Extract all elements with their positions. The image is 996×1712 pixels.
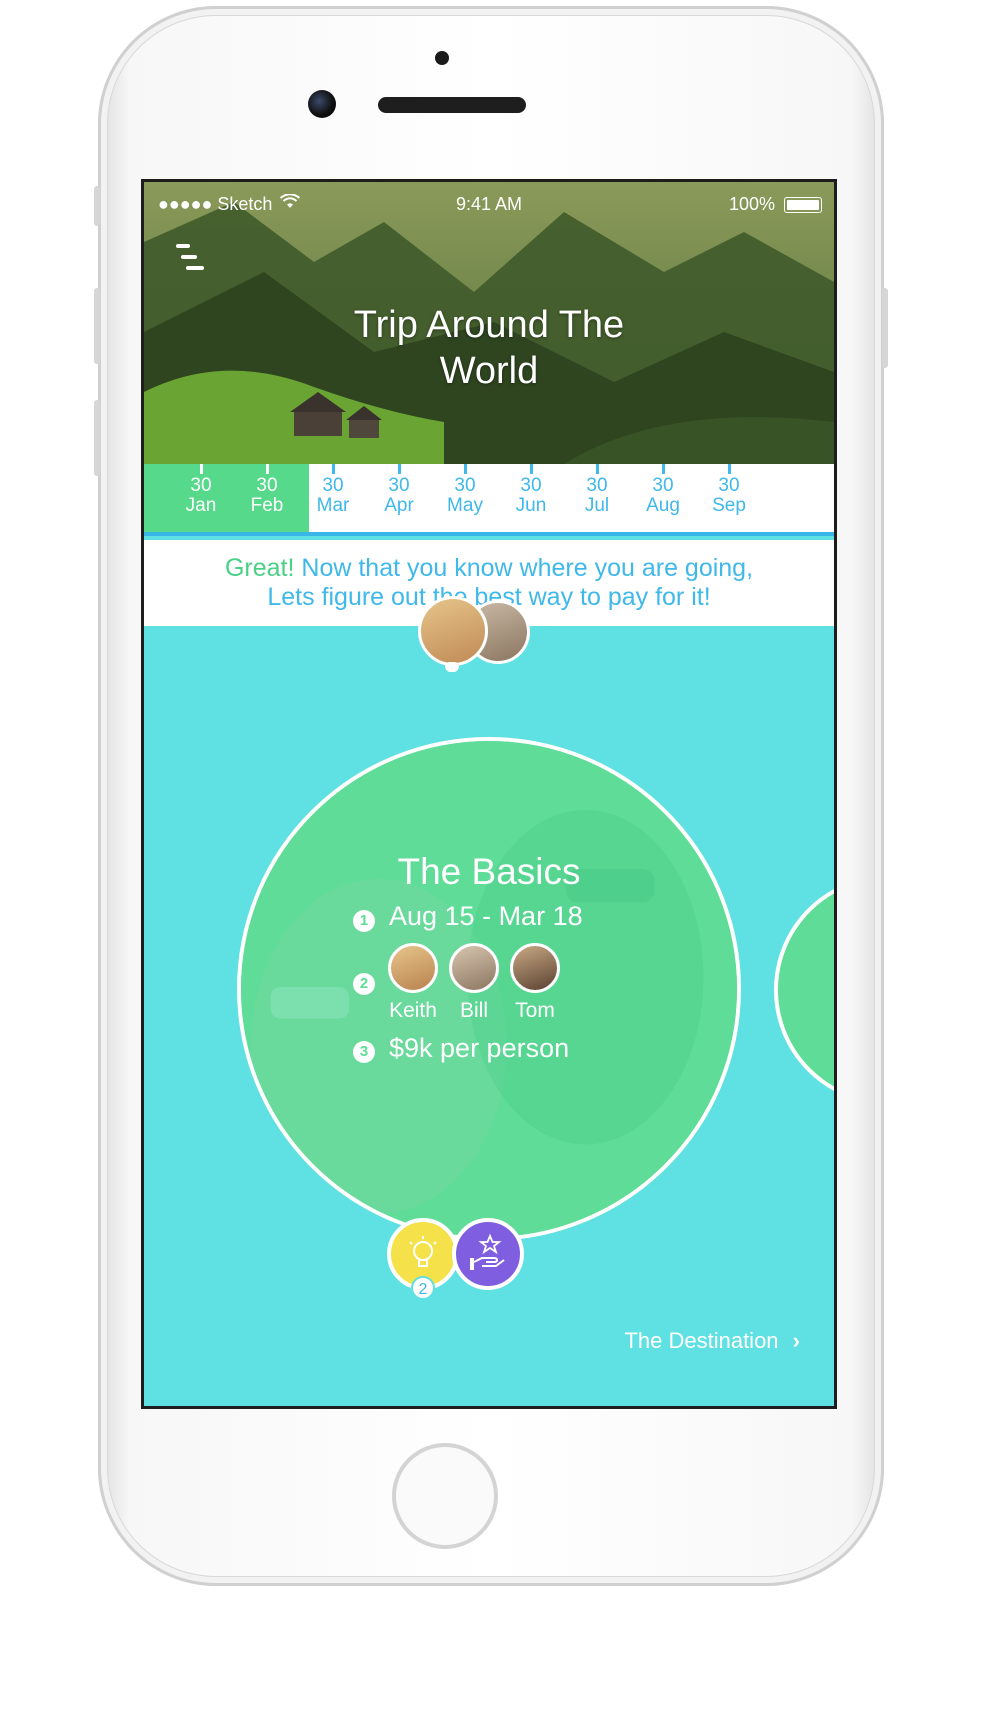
banner-great: Great! xyxy=(224,554,295,582)
next-destination-link[interactable]: The Destination › xyxy=(624,1328,800,1354)
volume-down-button xyxy=(94,400,100,476)
timeline-tick-jul[interactable]: 30 Jul xyxy=(561,464,633,516)
timeline-baseline xyxy=(144,532,834,536)
friends-selfie-image xyxy=(241,741,737,1237)
basics-card[interactable]: The Basics 1 Aug 15 - Mar 18 2 Keith Bil… xyxy=(237,737,741,1241)
avatar-keith[interactable] xyxy=(388,943,438,993)
power-button xyxy=(882,288,888,368)
chevron-right-icon: › xyxy=(792,1328,800,1353)
home-button[interactable] xyxy=(392,1443,498,1549)
tips-count-badge: 2 xyxy=(411,1276,435,1300)
step-number-2: 2 xyxy=(353,973,375,995)
timeline-tick-jun[interactable]: 30 Jun xyxy=(495,464,567,516)
avatar-tom[interactable] xyxy=(510,943,560,993)
step-number-1: 1 xyxy=(353,910,375,932)
tick-day: 30 xyxy=(520,475,542,496)
avatar-blonde-woman[interactable] xyxy=(418,596,488,666)
battery-percent: 100% xyxy=(728,194,775,214)
timeline-tick-sep[interactable]: 30 Sep xyxy=(693,464,765,516)
tick-day: 30 xyxy=(190,475,212,496)
tick-day: 30 xyxy=(388,475,410,496)
hero-header: ●●●●● Sketch 9:41 AM 100% Trip Around Th… xyxy=(144,182,834,464)
trip-title-line2: World xyxy=(439,350,539,392)
trip-dates: Aug 15 - Mar 18 xyxy=(389,901,583,931)
app-screen: ●●●●● Sketch 9:41 AM 100% Trip Around Th… xyxy=(144,182,834,1406)
trip-title: Trip Around The World xyxy=(144,302,834,394)
battery-status: 100% xyxy=(729,194,822,215)
person-name-bill: Bill xyxy=(459,999,488,1022)
timeline-tick-mar[interactable]: 30 Mar xyxy=(297,464,369,516)
timeline-tick-apr[interactable]: 30 Apr xyxy=(363,464,435,516)
volume-up-button xyxy=(94,288,100,364)
tick-day: 30 xyxy=(454,475,476,496)
tick-month: Jul xyxy=(584,495,610,516)
tips-button[interactable]: 2 xyxy=(387,1218,459,1300)
person-name-tom: Tom xyxy=(515,999,555,1022)
timeline-tick-jan[interactable]: 30 Jan xyxy=(165,464,237,516)
step-number-3: 3 xyxy=(353,1041,375,1063)
next-destination-label: The Destination xyxy=(624,1328,779,1353)
earpiece-speaker xyxy=(378,97,526,113)
tick-month: Jan xyxy=(185,495,217,516)
front-camera xyxy=(308,90,336,118)
battery-icon xyxy=(784,197,822,214)
trip-title-line1: Trip Around The xyxy=(353,304,625,346)
next-option-circle[interactable] xyxy=(774,875,834,1105)
rewards-button[interactable] xyxy=(452,1218,524,1290)
timeline-tick-aug[interactable]: 30 Aug xyxy=(627,464,699,516)
tick-month: Feb xyxy=(250,495,284,516)
tick-month: Apr xyxy=(384,495,414,516)
timeline-tick-may[interactable]: 30 May xyxy=(429,464,501,516)
month-timeline[interactable]: 30 Jan 30 Feb 30 Mar 30 Apr 30 May 30 Jun 30 Jul 30 Aug… xyxy=(144,464,834,536)
hand-star-icon xyxy=(470,1233,505,1270)
banner-line1-text: Now that you know where you are going, xyxy=(294,554,754,582)
proximity-sensor xyxy=(435,51,449,65)
menu-icon[interactable] xyxy=(176,244,210,274)
tick-day: 30 xyxy=(586,475,608,496)
tick-day: 30 xyxy=(322,475,344,496)
tick-month: Mar xyxy=(316,495,350,516)
status-bar: ●●●●● Sketch 9:41 AM 100% xyxy=(144,182,834,224)
tick-day: 30 xyxy=(256,475,278,496)
comment-pointer-icon xyxy=(445,662,459,672)
card-title: The Basics xyxy=(397,851,581,892)
person-name-keith: Keith xyxy=(389,999,437,1022)
cost-per-person: $9k per person xyxy=(389,1033,570,1063)
banner-line1: Great! Now that you know where you are g… xyxy=(144,554,834,583)
timeline-tick-feb[interactable]: 30 Feb xyxy=(231,464,303,516)
mute-switch xyxy=(94,186,100,226)
tick-month: May xyxy=(447,495,483,516)
tick-month: Jun xyxy=(515,495,547,516)
avatar-bill[interactable] xyxy=(449,943,499,993)
tick-day: 30 xyxy=(718,475,740,496)
tick-month: Sep xyxy=(712,495,746,516)
tick-day: 30 xyxy=(652,475,674,496)
tick-month: Aug xyxy=(646,495,680,516)
